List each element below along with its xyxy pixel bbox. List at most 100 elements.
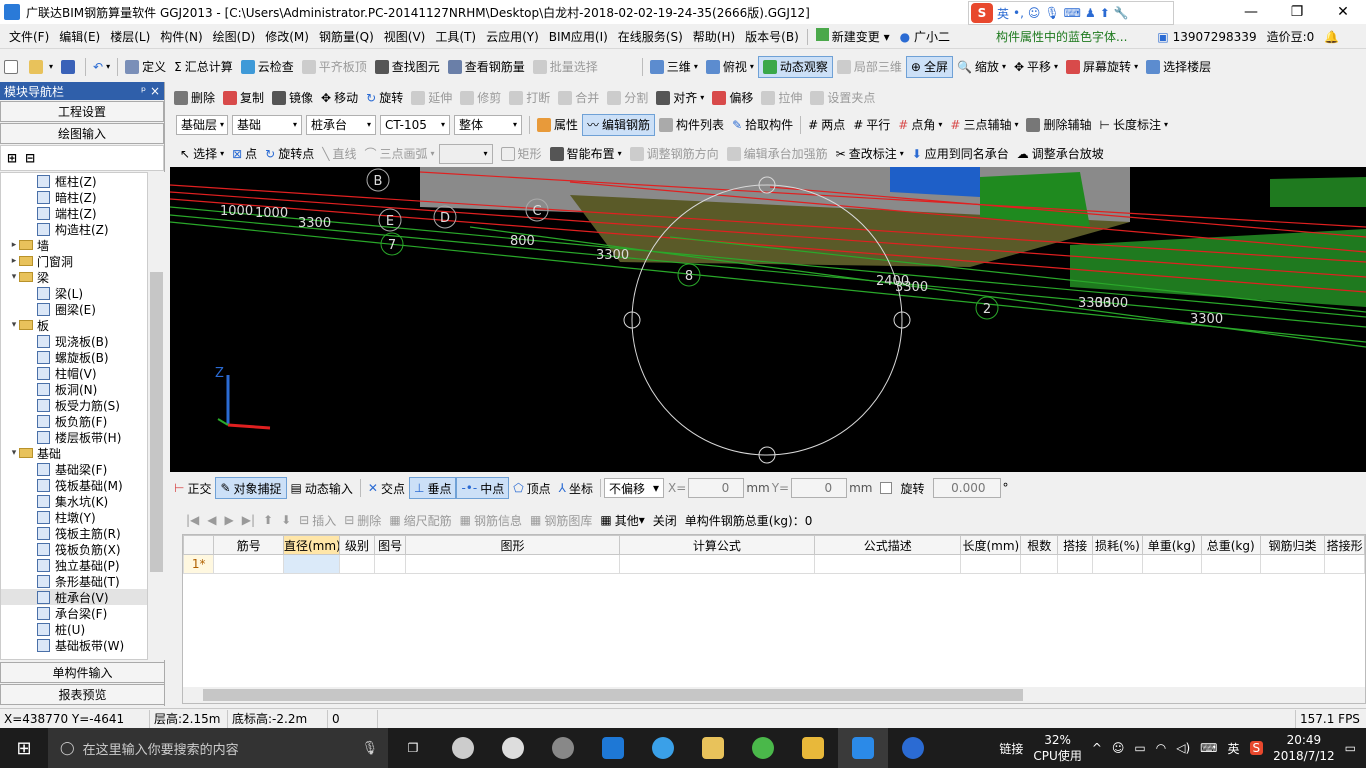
- three-point-axis-button[interactable]: # 三点辅轴 ▾: [946, 114, 1022, 136]
- rebar-library-button[interactable]: ▦ 钢筋图库: [526, 512, 596, 529]
- menu-help[interactable]: 帮助(H): [688, 28, 740, 45]
- voice-icon[interactable]: 🎙: [1044, 6, 1059, 20]
- tree-item[interactable]: 筏板负筋(X): [1, 541, 147, 557]
- intersection-snap-button[interactable]: ✕ 交点: [364, 477, 409, 499]
- bell-icon[interactable]: 🔔: [1319, 30, 1344, 44]
- tree-item[interactable]: 端柱(Z): [1, 205, 147, 221]
- collapse-icon[interactable]: ▾: [9, 320, 19, 330]
- table-cell[interactable]: [1259, 554, 1326, 574]
- punctuation-icon[interactable]: •,: [1013, 6, 1024, 20]
- menu-bim[interactable]: BIM应用(I): [544, 28, 613, 45]
- scale-rebar-button[interactable]: ▦ 缩尺配筋: [385, 512, 455, 529]
- select-button[interactable]: ↖ 选择 ▾: [176, 143, 228, 165]
- copy-button[interactable]: 复制: [219, 87, 268, 109]
- menu-tools[interactable]: 工具(T): [430, 28, 481, 45]
- menu-floor[interactable]: 楼层(L): [105, 28, 155, 45]
- table-cell[interactable]: [1141, 554, 1202, 574]
- foundation-beam-element-2[interactable]: [1270, 177, 1366, 207]
- drawing-viewport[interactable]: 1000 1000 3300 800 3300 2400 3300 3300 3…: [170, 167, 1366, 472]
- emoji-icon[interactable]: ☺: [1028, 6, 1041, 20]
- tree-item[interactable]: 框柱(Z): [1, 173, 147, 189]
- taskbar-search[interactable]: ◯ 在这里输入你要搜索的内容 🎙: [48, 728, 388, 768]
- tree-item[interactable]: 暗柱(Z): [1, 189, 147, 205]
- column-header[interactable]: 损耗(%): [1092, 535, 1143, 555]
- x-offset-input[interactable]: 0: [688, 478, 745, 498]
- sogou-tray-icon[interactable]: S: [1249, 741, 1264, 755]
- rebar-info-button[interactable]: ▦ 钢筋信息: [456, 512, 526, 529]
- notification-icon[interactable]: ▭: [1345, 741, 1356, 755]
- object-snap-button[interactable]: ✎ 对象捕捉: [215, 477, 287, 499]
- tree-item[interactable]: ▸ 墙: [1, 237, 147, 253]
- adjust-slope-button[interactable]: ☁ 调整承台放坡: [1013, 143, 1108, 165]
- people-icon[interactable]: ☺: [1112, 741, 1125, 755]
- menu-file[interactable]: 文件(F): [4, 28, 54, 45]
- account-button[interactable]: ▣ 13907298339: [1152, 30, 1261, 44]
- find-element-button[interactable]: 查找图元: [371, 56, 444, 78]
- new-file-button[interactable]: [0, 56, 25, 78]
- tree-item[interactable]: 条形基础(T): [1, 573, 147, 589]
- ime-toolbar[interactable]: S 英 •, ☺ 🎙 ⌨ ♟ ⬆ 🔧: [968, 1, 1174, 25]
- tree-item[interactable]: 板受力筋(S): [1, 397, 147, 413]
- taskbar-app-edge[interactable]: [588, 728, 638, 768]
- tree-item[interactable]: 柱墩(Y): [1, 509, 147, 525]
- ime-lang[interactable]: 英: [997, 5, 1009, 22]
- break-button[interactable]: 打断: [505, 87, 554, 109]
- mic-icon[interactable]: 🎙: [361, 741, 378, 756]
- single-component-input-button[interactable]: 单构件输入: [0, 662, 165, 683]
- move-down-button[interactable]: ⬇: [277, 513, 295, 527]
- column-element[interactable]: [890, 167, 980, 197]
- drawing-input-button[interactable]: 绘图输入: [0, 123, 164, 144]
- table-cell[interactable]: [960, 554, 1022, 574]
- tree-item[interactable]: 集水坑(K): [1, 493, 147, 509]
- tool-icon[interactable]: ⬆: [1100, 6, 1110, 20]
- column-header[interactable]: 直径(mm): [283, 535, 340, 555]
- category-select[interactable]: 基础 ▾: [232, 114, 302, 135]
- menu-draw[interactable]: 绘图(D): [208, 28, 261, 45]
- screen-rotate-button[interactable]: 屏幕旋转 ▾: [1062, 56, 1142, 78]
- tree-item[interactable]: 楼层板带(H): [1, 429, 147, 445]
- tree-item[interactable]: 承台梁(F): [1, 605, 147, 621]
- table-cell[interactable]: [405, 554, 620, 574]
- table-cell[interactable]: [1324, 554, 1365, 574]
- first-record-button[interactable]: |◀: [182, 513, 203, 527]
- rotate-checkbox[interactable]: [880, 482, 893, 494]
- two-point-button[interactable]: # 两点: [804, 114, 849, 136]
- taskbar-app-ie-1[interactable]: [488, 728, 538, 768]
- 3d-button[interactable]: 三维 ▾: [646, 56, 702, 78]
- properties-button[interactable]: 属性: [533, 114, 582, 136]
- volume-icon[interactable]: ◁): [1176, 741, 1190, 755]
- table-cell[interactable]: [339, 554, 375, 574]
- tree-item[interactable]: 桩(U): [1, 621, 147, 637]
- dynamic-view-button[interactable]: 动态观察: [757, 55, 833, 78]
- length-dimension-button[interactable]: ⊢ 长度标注 ▾: [1096, 114, 1172, 136]
- tree-item[interactable]: 梁(L): [1, 285, 147, 301]
- view-rebar-button[interactable]: 查看钢筋量: [444, 56, 529, 78]
- tray-lang[interactable]: 英: [1227, 740, 1239, 757]
- close-editor-button[interactable]: 关闭: [649, 512, 681, 529]
- tree-item[interactable]: ▾ 梁: [1, 269, 147, 285]
- taskbar-app-glodon[interactable]: [888, 728, 938, 768]
- taskbar-app-swirl[interactable]: [538, 728, 588, 768]
- align-button[interactable]: 对齐 ▾: [652, 87, 708, 109]
- arc-option-select[interactable]: ▾: [438, 143, 493, 164]
- column-header[interactable]: 公式描述: [814, 535, 962, 555]
- zaojiadou-label[interactable]: 造价豆:0: [1262, 28, 1320, 45]
- collapse-icon[interactable]: ▾: [9, 448, 19, 458]
- undo-button[interactable]: ↶ ▾: [89, 56, 114, 78]
- battery-icon[interactable]: ▭: [1134, 741, 1145, 755]
- select-floor-button[interactable]: 选择楼层: [1142, 56, 1215, 78]
- pick-component-button[interactable]: ✎ 拾取构件: [728, 114, 797, 136]
- task-view-button[interactable]: ❐: [388, 728, 438, 768]
- taskbar-app-ie-2[interactable]: [638, 728, 688, 768]
- table-cell[interactable]: [618, 554, 816, 574]
- wifi-icon[interactable]: ◠: [1156, 741, 1166, 755]
- column-header[interactable]: 搭接: [1057, 535, 1094, 555]
- vertex-snap-button[interactable]: ⬠ 顶点: [509, 477, 554, 499]
- adjust-rebar-direction-button[interactable]: 调整钢筋方向: [626, 143, 723, 165]
- keyboard-icon[interactable]: ⌨: [1064, 6, 1081, 20]
- scroll-thumb[interactable]: [150, 272, 163, 572]
- delete-button[interactable]: 删除: [170, 87, 219, 109]
- taskbar-app-glodon-active[interactable]: [838, 728, 888, 768]
- row-number[interactable]: 1*: [182, 554, 215, 574]
- parallel-button[interactable]: # 平行: [849, 114, 894, 136]
